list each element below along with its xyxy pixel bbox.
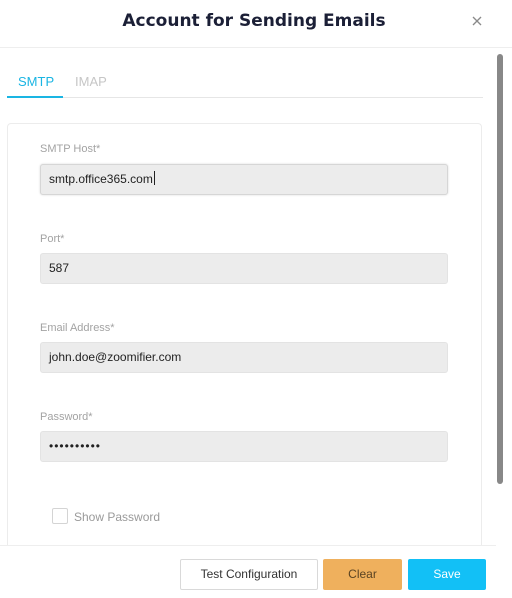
password-input[interactable]: ••••••••••: [40, 431, 448, 462]
text-caret: [153, 171, 155, 185]
tab-smtp[interactable]: SMTP: [18, 74, 54, 89]
show-password-checkbox[interactable]: [52, 508, 68, 524]
port-input[interactable]: 587: [40, 253, 448, 284]
password-value: ••••••••••: [49, 439, 102, 453]
save-button[interactable]: Save: [408, 559, 486, 590]
email-value: john.doe@zoomifier.com: [49, 350, 182, 364]
dialog-header: Account for Sending Emails: [0, 0, 512, 48]
show-password-label[interactable]: Show Password: [74, 510, 160, 524]
port-label: Port*: [40, 233, 65, 245]
close-icon[interactable]: [470, 14, 484, 28]
smtp-host-input[interactable]: smtp.office365.com: [40, 164, 448, 195]
email-account-dialog: Account for Sending Emails SMTP IMAP SMT…: [0, 0, 512, 598]
active-tab-indicator: [7, 96, 63, 98]
dialog-footer: Test Configuration Clear Save: [0, 545, 496, 598]
tab-bar: SMTP IMAP: [7, 66, 483, 98]
email-label: Email Address*: [40, 322, 115, 334]
scrollbar-thumb[interactable]: [497, 54, 503, 484]
smtp-host-label: SMTP Host*: [40, 143, 101, 155]
email-input[interactable]: john.doe@zoomifier.com: [40, 342, 448, 373]
tab-imap[interactable]: IMAP: [75, 74, 107, 89]
test-configuration-button[interactable]: Test Configuration: [180, 559, 318, 590]
password-label: Password*: [40, 411, 93, 423]
smtp-host-value: smtp.office365.com: [49, 172, 153, 186]
dialog-title: Account for Sending Emails: [122, 11, 386, 31]
clear-button[interactable]: Clear: [323, 559, 402, 590]
port-value: 587: [49, 261, 70, 275]
